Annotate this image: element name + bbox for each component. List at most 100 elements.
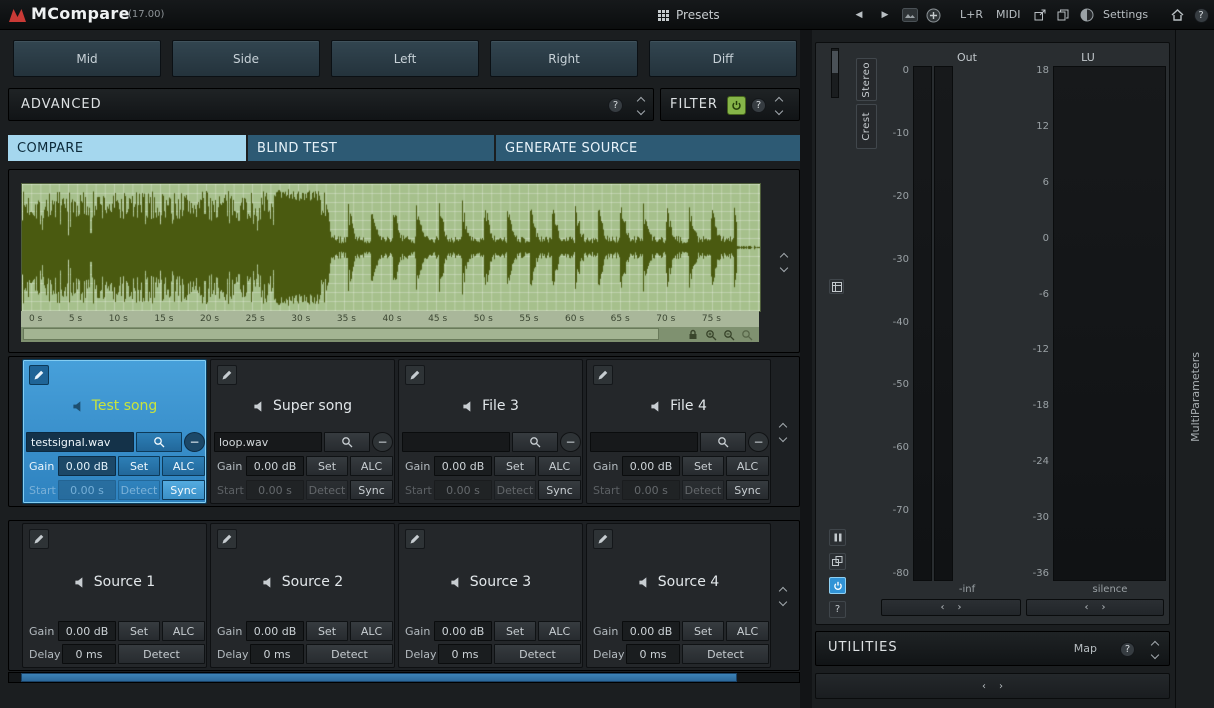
sync-button[interactable]: Sync xyxy=(726,480,769,500)
edit-button[interactable] xyxy=(29,529,49,549)
channel-button-left[interactable]: Left xyxy=(331,40,479,77)
gain-set-button[interactable]: Set xyxy=(306,621,348,641)
gain-value[interactable]: 0.00 dB xyxy=(246,456,304,476)
filter-collapse-control[interactable] xyxy=(774,96,784,116)
alc-button[interactable]: ALC xyxy=(350,621,393,641)
remove-file-button[interactable]: − xyxy=(748,432,769,452)
panel-splitter[interactable] xyxy=(800,30,812,708)
midi-button[interactable]: MIDI xyxy=(996,0,1020,30)
start-value[interactable]: 0.00 s xyxy=(622,480,680,500)
filename-input[interactable] xyxy=(26,432,134,452)
file-slot-2[interactable]: Super song − Gain 0.00 dB Set ALC Start … xyxy=(210,359,395,504)
browse-file-button[interactable] xyxy=(700,432,746,452)
presets-button[interactable]: Presets xyxy=(658,0,720,30)
copy-icon[interactable] xyxy=(1055,0,1071,30)
detect-button[interactable]: Detect xyxy=(494,644,581,664)
remove-file-button[interactable]: − xyxy=(560,432,581,452)
detach-window-icon[interactable] xyxy=(1032,0,1048,30)
detect-button[interactable]: Detect xyxy=(306,644,393,664)
browse-file-button[interactable] xyxy=(324,432,370,452)
out-meter-bars[interactable] xyxy=(913,66,953,581)
tab-compare[interactable]: COMPARE xyxy=(8,135,246,161)
filter-bar[interactable]: FILTER ? xyxy=(660,88,800,121)
zoom-in-icon[interactable] xyxy=(703,328,719,341)
alc-button[interactable]: ALC xyxy=(350,456,393,476)
next-preset-button[interactable]: ▶ xyxy=(878,0,892,30)
meter-mode-icon[interactable] xyxy=(829,279,844,294)
filter-help-icon[interactable]: ? xyxy=(751,98,766,113)
utilities-collapse-control[interactable] xyxy=(1150,640,1160,660)
file-slot-3[interactable]: File 3 − Gain 0.00 dB Set ALC Start 0.00… xyxy=(398,359,583,504)
edit-button[interactable] xyxy=(593,529,613,549)
source-slot-1[interactable]: Source 1 Gain 0.00 dB Set ALC Delay 0 ms… xyxy=(22,523,207,668)
meter-power-button[interactable] xyxy=(829,577,846,594)
meter-help-icon[interactable]: ? xyxy=(829,601,846,618)
detect-button[interactable]: Detect xyxy=(682,480,724,500)
start-value[interactable]: 0.00 s xyxy=(58,480,116,500)
advanced-bar[interactable]: ADVANCED ? xyxy=(8,88,654,121)
gain-value[interactable]: 0.00 dB xyxy=(58,456,116,476)
filename-input[interactable] xyxy=(402,432,510,452)
advanced-collapse-control[interactable] xyxy=(636,96,646,116)
zoom-out-icon[interactable] xyxy=(721,328,737,341)
channel-button-diff[interactable]: Diff xyxy=(649,40,797,77)
alc-button[interactable]: ALC xyxy=(538,456,581,476)
gain-value[interactable]: 0.00 dB xyxy=(434,621,492,641)
waveform-scrollbar-thumb[interactable] xyxy=(23,328,659,340)
edit-button[interactable] xyxy=(405,365,425,385)
sync-button[interactable]: Sync xyxy=(350,480,393,500)
source-slot-4[interactable]: Source 4 Gain 0.00 dB Set ALC Delay 0 ms… xyxy=(586,523,771,668)
gain-value[interactable]: 0.00 dB xyxy=(622,621,680,641)
browse-file-button[interactable] xyxy=(136,432,182,452)
source-slot-3[interactable]: Source 3 Gain 0.00 dB Set ALC Delay 0 ms… xyxy=(398,523,583,668)
file-slot-1[interactable]: Test song − Gain 0.00 dB Set ALC Start 0… xyxy=(22,359,207,504)
detect-button[interactable]: Detect xyxy=(306,480,348,500)
lu-meter-bar-area[interactable] xyxy=(1053,66,1166,581)
lock-icon[interactable] xyxy=(685,328,701,341)
meter-speed-slider[interactable] xyxy=(831,48,839,98)
source-slot-2[interactable]: Source 2 Gain 0.00 dB Set ALC Delay 0 ms… xyxy=(210,523,395,668)
filename-input[interactable] xyxy=(590,432,698,452)
source-area-resize-handle[interactable] xyxy=(770,521,796,672)
gain-set-button[interactable]: Set xyxy=(306,456,348,476)
waveform-scrollbar[interactable] xyxy=(21,327,759,342)
horizontal-scrollbar-thumb[interactable] xyxy=(21,673,737,682)
remove-file-button[interactable]: − xyxy=(372,432,393,452)
delay-value[interactable]: 0 ms xyxy=(626,644,680,664)
delay-value[interactable]: 0 ms xyxy=(438,644,492,664)
detect-button[interactable]: Detect xyxy=(118,480,160,500)
collapsed-panel-toggle[interactable]: ‹ › xyxy=(815,673,1170,699)
alc-button[interactable]: ALC xyxy=(538,621,581,641)
settings-button[interactable]: Settings xyxy=(1103,0,1148,30)
home-icon[interactable] xyxy=(1168,0,1186,30)
edit-button[interactable] xyxy=(405,529,425,549)
help-icon[interactable]: ? xyxy=(1192,0,1210,30)
channel-button-right[interactable]: Right xyxy=(490,40,638,77)
alc-button[interactable]: ALC xyxy=(726,456,769,476)
delay-value[interactable]: 0 ms xyxy=(250,644,304,664)
lu-meter-range-slider[interactable]: ‹ › xyxy=(1026,599,1164,616)
previous-preset-button[interactable]: ◀ xyxy=(852,0,866,30)
pause-icon[interactable] xyxy=(829,529,846,546)
waveform-canvas[interactable] xyxy=(21,183,761,312)
snapshot-icon[interactable] xyxy=(900,0,920,30)
gain-set-button[interactable]: Set xyxy=(494,621,536,641)
waveform-resize-handle[interactable] xyxy=(771,170,797,354)
utilities-help-icon[interactable]: ? xyxy=(1120,642,1135,657)
multiparameters-strip[interactable]: MultiParameters xyxy=(1175,30,1214,708)
gain-value[interactable]: 0.00 dB xyxy=(622,456,680,476)
tab-blind-test[interactable]: BLIND TEST xyxy=(248,135,494,161)
channel-button-side[interactable]: Side xyxy=(172,40,320,77)
gain-set-button[interactable]: Set xyxy=(682,621,724,641)
alc-button[interactable]: ALC xyxy=(162,456,205,476)
lr-mode-button[interactable]: L+R xyxy=(960,0,983,30)
detect-button[interactable]: Detect xyxy=(118,644,205,664)
out-meter-range-slider[interactable]: ‹ › xyxy=(881,599,1021,616)
utilities-bar[interactable]: UTILITIES Map ? xyxy=(815,631,1170,666)
file-slot-4[interactable]: File 4 − Gain 0.00 dB Set ALC Start 0.00… xyxy=(586,359,771,504)
sync-button[interactable]: Sync xyxy=(538,480,581,500)
gain-set-button[interactable]: Set xyxy=(118,456,160,476)
edit-button[interactable] xyxy=(29,365,49,385)
map-button[interactable]: Map xyxy=(1074,642,1097,655)
filter-power-button[interactable] xyxy=(727,96,746,115)
